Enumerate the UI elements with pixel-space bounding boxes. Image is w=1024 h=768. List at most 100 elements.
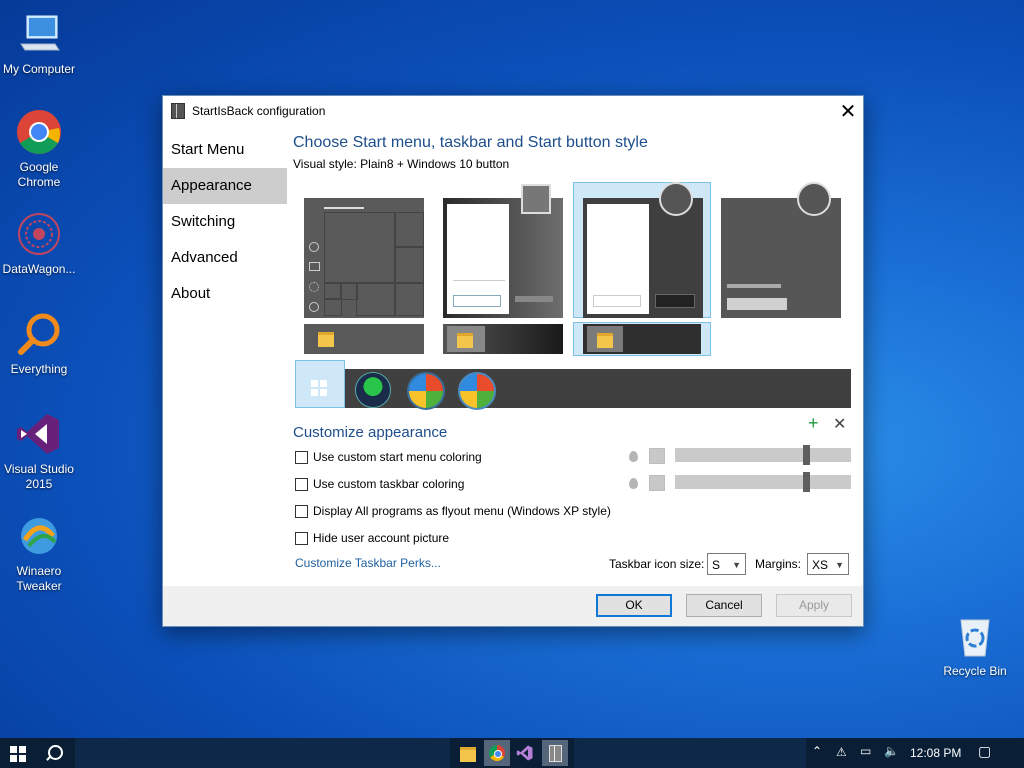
system-tray: ⌃ ⚠ ▭ 🔈 12:08 PM ▢ <box>806 738 1024 768</box>
start-menu-opacity-slider[interactable] <box>675 445 851 465</box>
start-menu-color-swatch[interactable] <box>649 448 665 464</box>
desktop-icon-label: My Computer <box>2 62 76 76</box>
startisback-icon <box>171 103 185 119</box>
security-alert-icon[interactable]: ⚠ <box>836 745 847 759</box>
nav-item-about[interactable]: About <box>163 276 287 312</box>
file-explorer-icon[interactable] <box>460 747 476 762</box>
option-label: Display All programs as flyout menu (Win… <box>313 504 611 518</box>
clover-orb-icon[interactable] <box>355 372 391 408</box>
option-hide-user-picture[interactable]: Hide user account picture <box>295 531 449 545</box>
option-custom-taskbar-coloring[interactable]: Use custom taskbar coloring <box>295 477 464 491</box>
desktop-icon-visual-studio[interactable]: Visual Studio 2015 <box>0 410 78 492</box>
startisback-icon[interactable] <box>542 740 568 766</box>
slider-thumb[interactable] <box>803 472 810 492</box>
transparency-drop-icon <box>629 451 638 462</box>
checkbox[interactable] <box>295 504 308 518</box>
option-label: Use custom start menu coloring <box>313 450 482 464</box>
search-magnifier-icon <box>15 310 63 358</box>
select-value: XS <box>812 558 829 572</box>
chevron-down-icon: ▼ <box>732 560 741 570</box>
style-option-plain8-dark[interactable] <box>443 184 563 318</box>
taskbar: ⌃ ⚠ ▭ 🔈 12:08 PM ▢ <box>0 738 1024 768</box>
style-option-windows10[interactable] <box>304 198 424 318</box>
taskbar-left-group <box>0 738 75 768</box>
chevron-up-icon[interactable]: ⌃ <box>812 744 822 758</box>
title-bar[interactable]: StartIsBack configuration ✕ <box>163 96 863 126</box>
transparency-drop-icon <box>629 478 638 489</box>
windows7-orb-icon[interactable] <box>407 372 445 410</box>
option-label: Hide user account picture <box>313 531 450 545</box>
desktop-icon-my-computer[interactable]: My Computer <box>0 10 78 77</box>
sidebar: Start Menu Appearance Switching Advanced… <box>163 132 287 312</box>
margins-select[interactable]: XS ▼ <box>807 553 849 575</box>
close-icon[interactable]: ✕ <box>833 96 863 126</box>
option-flyout-menu[interactable]: Display All programs as flyout menu (Win… <box>295 504 611 518</box>
folder-icon <box>597 333 613 348</box>
taskbar-style-option-2[interactable] <box>443 324 563 354</box>
checkbox[interactable] <box>295 477 308 491</box>
nav-item-switching[interactable]: Switching <box>163 204 287 240</box>
folder-icon <box>457 333 473 348</box>
folder-icon <box>318 332 334 347</box>
ok-button[interactable]: OK <box>596 594 672 617</box>
dialog-footer: OK Cancel Apply <box>163 586 863 626</box>
checkbox[interactable] <box>295 450 308 464</box>
desktop-icon-label: Google Chrome <box>17 160 61 189</box>
desktop-icon-winaero[interactable]: Winaero Tweaker <box>0 512 78 594</box>
apply-button[interactable]: Apply <box>776 594 852 617</box>
slider-thumb[interactable] <box>803 445 810 465</box>
style-option-plain8[interactable] <box>583 182 703 318</box>
desktop-icon-chrome[interactable]: Google Chrome <box>0 108 78 190</box>
action-center-icon[interactable]: ▢ <box>978 743 991 760</box>
desktop-icon-label: Winaero Tweaker <box>16 564 62 593</box>
cancel-button[interactable]: Cancel <box>686 594 762 617</box>
desktop-icon-label: DataWagon... <box>2 262 76 276</box>
windows-vista-orb-icon[interactable] <box>458 372 496 410</box>
desktop-icon-recycle-bin[interactable]: Recycle Bin <box>936 612 1014 679</box>
appearance-panel: Choose Start menu, taskbar and Start but… <box>293 126 853 171</box>
taskbar-icon-size-label: Taskbar icon size: <box>609 557 705 571</box>
add-icon[interactable]: + <box>808 413 819 434</box>
chrome-icon <box>15 108 63 156</box>
taskbar-style-option-1[interactable] <box>304 324 424 354</box>
customize-taskbar-perks-link[interactable]: Customize Taskbar Perks... <box>295 556 441 570</box>
option-custom-start-coloring[interactable]: Use custom start menu coloring <box>295 450 482 464</box>
user-picture-icon <box>659 182 693 216</box>
startisback-config-dialog: StartIsBack configuration ✕ Start Menu A… <box>162 95 864 627</box>
chrome-icon[interactable] <box>484 740 510 766</box>
taskbar-pinned-apps <box>450 738 574 768</box>
clock[interactable]: 12:08 PM <box>910 746 961 760</box>
volume-icon[interactable]: 🔈 <box>884 744 899 758</box>
desktop-icon-everything[interactable]: Everything <box>0 310 78 377</box>
desktop-icon-label: Everything <box>10 362 68 376</box>
dialog-title: StartIsBack configuration <box>192 104 326 118</box>
desktop-icon-label: Visual Studio 2015 <box>4 462 74 491</box>
start-button-style-bar <box>295 360 851 410</box>
start-button[interactable] <box>10 746 26 762</box>
computer-icon <box>15 10 63 58</box>
option-label: Use custom taskbar coloring <box>313 477 465 491</box>
taskbar-style-option-3[interactable] <box>583 324 701 354</box>
style-option-metro[interactable] <box>721 182 841 318</box>
recycle-bin-icon <box>951 612 999 660</box>
taskbar-icon-size-select[interactable]: S ▼ <box>707 553 746 575</box>
remove-icon[interactable]: ✕ <box>833 414 846 434</box>
chevron-down-icon: ▼ <box>835 560 844 570</box>
customize-heading: Customize appearance <box>293 424 448 441</box>
windows-logo-icon <box>311 380 327 396</box>
datawagon-icon <box>15 210 63 258</box>
taskbar-color-swatch[interactable] <box>649 475 665 491</box>
margins-label: Margins: <box>755 557 802 571</box>
taskbar-opacity-slider[interactable] <box>675 472 851 492</box>
nav-item-start-menu[interactable]: Start Menu <box>163 132 287 168</box>
user-picture-icon <box>521 184 551 214</box>
page-title: Choose Start menu, taskbar and Start but… <box>293 134 648 151</box>
network-icon[interactable]: ▭ <box>860 744 871 758</box>
user-picture-icon <box>797 182 831 216</box>
visual-studio-icon[interactable] <box>516 744 534 762</box>
nav-item-advanced[interactable]: Advanced <box>163 240 287 276</box>
nav-item-appearance[interactable]: Appearance <box>163 168 287 204</box>
visual-studio-icon <box>15 410 63 458</box>
checkbox[interactable] <box>295 531 308 545</box>
desktop-icon-datawagon[interactable]: DataWagon... <box>0 210 78 277</box>
